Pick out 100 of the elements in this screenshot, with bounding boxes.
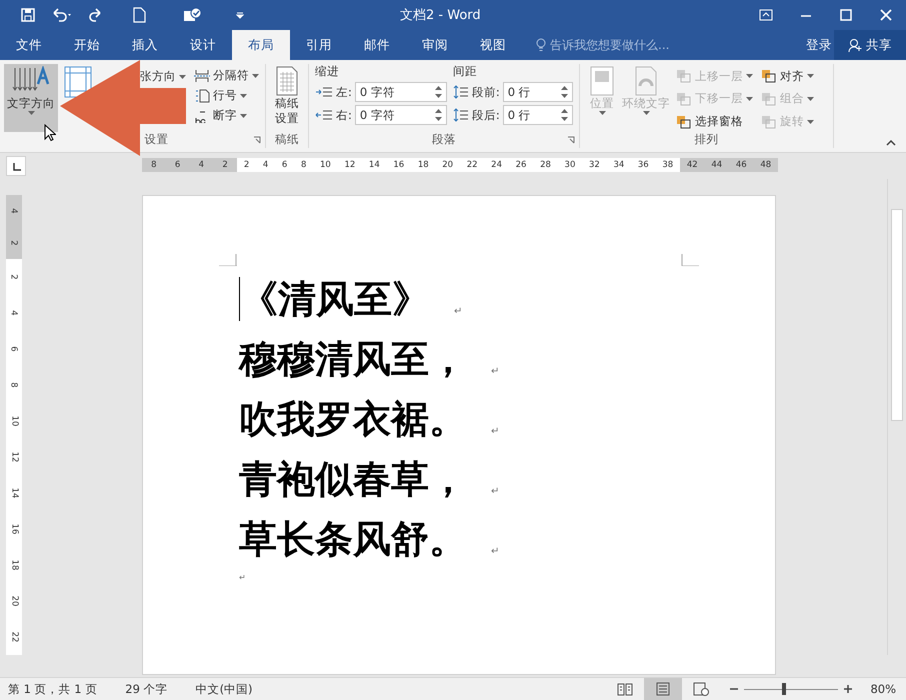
sign-in-link[interactable]: 登录 xyxy=(804,30,834,60)
orientation-button[interactable]: 张方向 xyxy=(138,68,188,85)
ruler-number: 8 xyxy=(9,382,19,388)
touch-mode-icon[interactable] xyxy=(182,7,202,23)
indent-field[interactable]: 0 字符 xyxy=(354,105,447,125)
ruler-number: 2 xyxy=(244,160,250,170)
spinner-arrows-icon[interactable] xyxy=(434,85,442,99)
layers-icon xyxy=(676,114,692,129)
ruler-number: 10 xyxy=(320,160,331,170)
ruler-number: 4 xyxy=(198,160,204,170)
zoom-in-icon[interactable] xyxy=(844,682,852,696)
layout-dropdown[interactable]: 断字 xyxy=(192,107,261,124)
indent-field[interactable]: 0 字符 xyxy=(354,82,447,102)
ruler-number: 20 xyxy=(442,160,454,170)
layers-icon xyxy=(761,114,777,129)
ruler-number: 22 xyxy=(9,632,19,642)
ruler-number: 24 xyxy=(491,160,502,170)
mouse-pointer-icon xyxy=(44,124,56,142)
ribbon-tab[interactable]: 审阅 xyxy=(406,30,464,60)
spacing-field[interactable]: 0 行 xyxy=(502,105,573,125)
arrange-button[interactable]: 对齐 xyxy=(759,66,816,87)
ruler-number: 18 xyxy=(418,160,429,170)
ruler-number: 48 xyxy=(760,160,772,170)
wrap-text-icon xyxy=(634,66,658,96)
share-button[interactable]: 共享 xyxy=(834,30,906,60)
new-document-icon[interactable] xyxy=(132,7,146,23)
ribbon-tab[interactable]: 视图 xyxy=(464,30,522,60)
ruler-number: 2 xyxy=(9,274,19,280)
zoom-slider-thumb[interactable] xyxy=(782,683,786,695)
ruler-number: 34 xyxy=(613,160,624,170)
spinner-arrows-icon[interactable] xyxy=(560,85,568,99)
lightbulb-icon xyxy=(536,38,546,52)
ruler-number: 2 xyxy=(222,160,228,170)
ruler-number: 4 xyxy=(9,310,19,316)
language-indicator[interactable]: 中文(中国) xyxy=(196,682,253,696)
customize-caret-icon[interactable] xyxy=(236,11,244,19)
layers-icon xyxy=(676,92,692,106)
collapse-ribbon-icon[interactable] xyxy=(886,140,896,146)
ribbon-tab[interactable]: 布局 xyxy=(232,30,290,60)
window-title: 文档2 - Word xyxy=(400,7,482,24)
zoom-percentage[interactable]: 80% xyxy=(870,682,896,696)
ribbon-tab[interactable]: 文件 xyxy=(0,30,58,60)
ruler-number: 32 xyxy=(588,160,600,170)
paragraph-mark: ↵ xyxy=(491,366,500,377)
field-label: 右: xyxy=(336,108,352,122)
ruler-number: 44 xyxy=(711,160,722,170)
spacing-title: 间距 xyxy=(452,64,478,79)
spinner-arrows-icon[interactable] xyxy=(560,108,568,122)
person-add-icon xyxy=(848,38,862,52)
ruler-number: 8 xyxy=(300,160,306,170)
ruler-number: 4 xyxy=(262,160,268,170)
indent-icon xyxy=(315,109,333,121)
page-count[interactable]: 第 1 页，共 1 页 xyxy=(8,682,98,696)
ribbon-tab[interactable]: 邮件 xyxy=(348,30,406,60)
layers-icon xyxy=(761,69,777,84)
caret-icon xyxy=(179,74,186,78)
save-icon[interactable] xyxy=(20,7,36,23)
spinner-arrows-icon[interactable] xyxy=(434,108,442,122)
group-label: 段落 xyxy=(432,132,456,146)
tell-me-field[interactable]: 告诉我您想要做什么... xyxy=(550,36,670,54)
paragraph-mark: ↵ xyxy=(491,486,500,497)
ruler-number: 6 xyxy=(174,160,180,170)
ruler-number: 14 xyxy=(9,488,19,498)
dialog-launcher-icon[interactable] xyxy=(567,136,575,144)
text-direction-button[interactable]: 文字方向 xyxy=(4,64,58,132)
spacing-field[interactable]: 0 行 xyxy=(502,82,573,102)
margins-icon xyxy=(64,66,92,98)
caret-icon xyxy=(642,111,650,115)
indent-icon xyxy=(315,86,333,98)
arrange-button[interactable]: 选择窗格 xyxy=(674,111,755,132)
caret-icon xyxy=(807,96,814,101)
ruler-number: 28 xyxy=(540,160,551,170)
layout-dropdown[interactable]: 行号 xyxy=(192,87,261,104)
layers-icon xyxy=(761,92,777,106)
ruler-number: 12 xyxy=(344,160,356,170)
word-count[interactable]: 29 个字 xyxy=(125,682,168,696)
ribbon-tab[interactable]: 引用 xyxy=(290,30,348,60)
ruler-number: 26 xyxy=(516,160,526,170)
view-icon xyxy=(655,682,672,696)
caret-icon xyxy=(807,120,814,124)
ruler-number: 2 xyxy=(9,240,19,246)
layout-dropdown[interactable]: 分隔符 xyxy=(192,67,261,84)
ribbon-tab[interactable]: 插入 xyxy=(116,30,174,60)
draft-paper-button[interactable]: 稿纸设置 xyxy=(266,64,308,132)
group-label: 设置 xyxy=(144,132,168,146)
spacing-icon xyxy=(452,108,469,122)
line-numbers-icon xyxy=(194,88,210,102)
poem-line: 青袍似春草， xyxy=(239,456,467,503)
tab-selector-button[interactable] xyxy=(6,156,26,176)
print-layout-icon[interactable] xyxy=(644,678,682,700)
ribbon-tab[interactable]: 设计 xyxy=(174,30,232,60)
dialog-launcher-icon[interactable] xyxy=(253,136,261,144)
text-cursor xyxy=(239,277,240,321)
caret-icon xyxy=(252,74,259,78)
ruler-number: 6 xyxy=(282,160,288,170)
grid-paper-icon xyxy=(275,66,299,96)
ribbon-tab[interactable]: 开始 xyxy=(58,30,116,60)
ruler-number: 14 xyxy=(368,160,380,170)
ruler-number: 36 xyxy=(638,160,649,170)
spacing-icon xyxy=(452,85,469,99)
